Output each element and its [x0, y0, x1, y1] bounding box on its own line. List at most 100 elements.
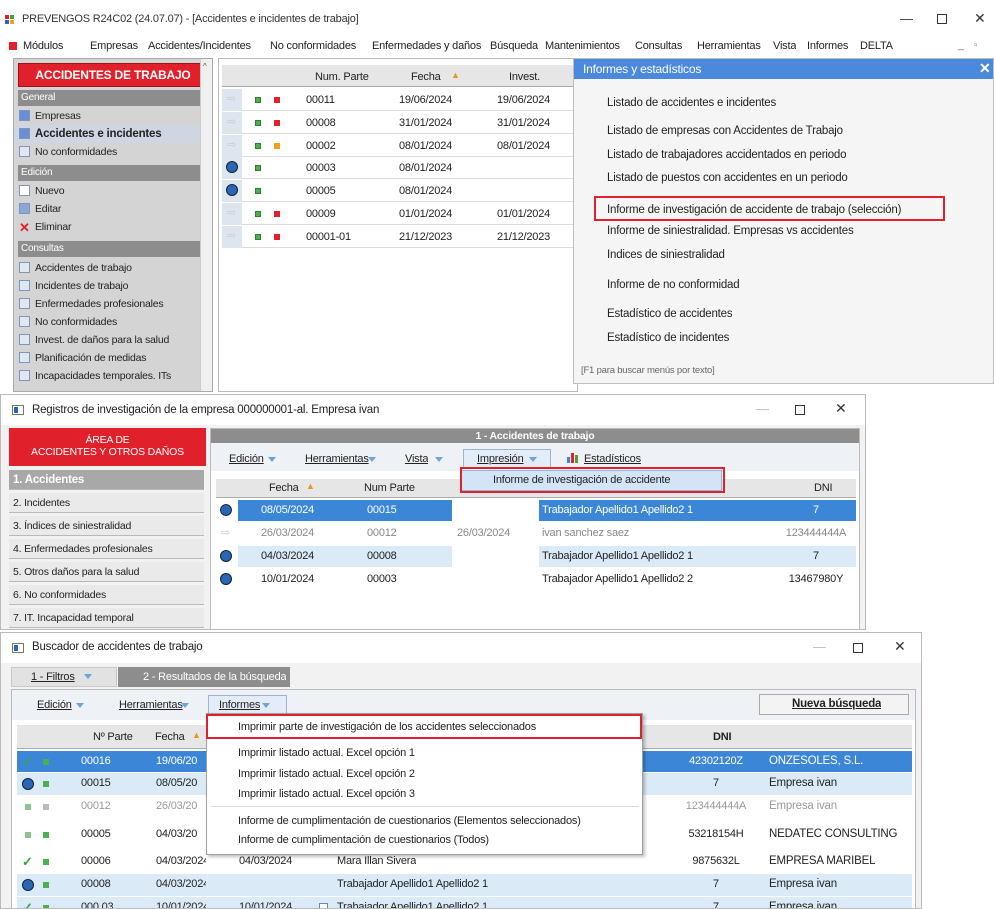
close-button[interactable]: ✕ [974, 10, 986, 27]
cell-num-parte: 00008 [306, 116, 336, 129]
informe-item[interactable]: Informe de siniestralidad. Empresas vs a… [607, 225, 854, 237]
table-row[interactable]: ⇨ 00009 01/01/2024 01/01/2024 [222, 203, 575, 225]
toolbar-estadisticos[interactable]: Estadísticos [584, 453, 641, 465]
sidebar-item-empresas[interactable]: Empresas [14, 107, 208, 125]
table-row[interactable]: ⇨ 00001-01 21/12/2023 21/12/2023 [222, 225, 575, 248]
toolbar-edicion[interactable]: Edición [229, 453, 264, 465]
query-icon [19, 352, 30, 363]
cell-empresa: NEDATEC CONSULTING [769, 828, 898, 840]
table-row[interactable]: ✓ 000.03 10/01/2024 10/01/2024 Trabajador Ap… [17, 897, 912, 909]
nav-item[interactable]: 4. Enfermedades profesionales [9, 539, 204, 559]
table-row[interactable]: 00003 08/01/2024 [222, 157, 575, 180]
toolbar-vista[interactable]: Vista [405, 453, 428, 465]
table-row[interactable]: ⇨ 26/03/2024 00012 26/03/2024 ivan sanchez s… [216, 523, 856, 544]
status-green-icon [255, 211, 261, 217]
toolbar-herramientas[interactable]: Herramientas [119, 699, 183, 711]
nav-item[interactable]: 6. No conformidades [9, 585, 204, 605]
col-dni[interactable]: DNI [814, 482, 832, 494]
sidebar-item-accidentes[interactable]: Accidentes e incidentes [14, 125, 208, 143]
menu-excel-1[interactable]: Imprimir listado actual. Excel opción 1 [238, 747, 415, 759]
col-invest[interactable]: Invest. [509, 71, 540, 83]
toolbar-herramientas[interactable]: Herramientas [305, 453, 369, 465]
minimize-button[interactable]: — [813, 639, 826, 654]
table-row[interactable]: 00008 04/03/2024 Trabajador Apellido1 Apel… [17, 874, 912, 896]
cell-trabajador: Trabajador Apellido1 Apellido2 1 [542, 550, 693, 562]
minimize-button[interactable]: — [756, 401, 769, 416]
maximize-button[interactable] [795, 405, 805, 415]
cell-dni: 53218154H [688, 828, 744, 840]
informe-item[interactable]: Estadístico de incidentes [607, 332, 729, 344]
menu-excel-2[interactable]: Imprimir listado actual. Excel opción 2 [238, 768, 415, 780]
status-green-icon [255, 233, 261, 240]
cell-empresa: Empresa ivan [769, 901, 837, 909]
table-row[interactable]: ⇨ 00008 31/01/2024 31/01/2024 [222, 111, 575, 134]
mdi-minimize[interactable]: _ [958, 39, 964, 51]
table-row[interactable]: ⇨ 00011 19/06/2024 19/06/2024 [222, 89, 575, 111]
informe-item[interactable]: Índices de siniestralidad [607, 249, 725, 261]
menu-accidentes[interactable]: Accidentes/Incidentes [148, 40, 251, 52]
sidebar-item-no-conformidades[interactable]: No conformidades [14, 143, 208, 161]
menu-empresas[interactable]: Empresas [90, 40, 138, 52]
table-row[interactable]: ⇨ 00002 08/01/2024 08/01/2024 [222, 134, 575, 157]
menu-busqueda[interactable]: Búsqueda [490, 40, 538, 52]
minimize-button[interactable]: — [900, 11, 913, 26]
col-fecha[interactable]: Fecha [411, 71, 441, 83]
menu-informes[interactable]: Informes [807, 40, 848, 52]
table-row[interactable]: 00005 08/01/2024 [222, 180, 575, 203]
cell-fecha: 04/03/2024 [261, 550, 315, 562]
cell-fecha: 10/01/2024 [156, 901, 206, 909]
cell-fecha-inv: 04/03/2024 [239, 855, 293, 867]
nav-item[interactable]: 7. IT. Incapacidad temporal [9, 608, 204, 628]
menu-cuestionarios-todos[interactable]: Informe de cumplimentación de cuestionar… [238, 834, 489, 846]
toolbar-informes[interactable]: Informes [219, 699, 260, 711]
menu-vista[interactable]: Vista [773, 40, 796, 52]
menu-herramientas[interactable]: Herramientas [697, 40, 761, 52]
col-fecha[interactable]: Fecha [155, 731, 185, 743]
close-button[interactable]: ✕ [894, 638, 906, 655]
informes-panel: Informes y estadísticos ✕ Listado de acc… [573, 58, 994, 384]
highlight-box [594, 196, 945, 221]
informe-item[interactable]: Listado de trabajadores accidentados en … [607, 149, 846, 161]
maximize-button[interactable] [937, 14, 947, 24]
maximize-button[interactable] [853, 643, 863, 653]
nav-accidentes[interactable]: 1. Accidentes [9, 470, 204, 490]
col-num-parte[interactable]: Num Parte [364, 482, 415, 494]
col-n-parte[interactable]: Nº Parte [93, 731, 133, 743]
menu-consultas[interactable]: Consultas [635, 40, 682, 52]
informe-item[interactable]: Estadístico de accidentes [607, 308, 732, 320]
informe-item[interactable]: Listado de accidentes e incidentes [607, 97, 776, 109]
menu-modulos[interactable]: Módulos [23, 40, 63, 52]
nav-item[interactable]: 3. Índices de siniestralidad [9, 516, 204, 536]
area-header: ÁREA DE ACCIDENTES Y OTROS DAÑOS [9, 428, 206, 466]
table-row[interactable]: 10/01/2024 00003 Trabajador Apellido1 Apel… [216, 569, 856, 590]
mdi-restore[interactable]: ▫ [974, 40, 977, 51]
table-row[interactable]: 04/03/2024 00008 Trabajador Apellido1 Apel… [216, 546, 856, 567]
table-row[interactable]: 08/05/2024 00015 Trabajador Apellido1 Apel… [216, 500, 856, 521]
informe-item[interactable]: Listado de puestos con accidentes en un … [607, 172, 848, 184]
informe-item[interactable]: Listado de empresas con Accidentes de Tr… [607, 125, 843, 137]
window-title: Registros de investigación de la empresa… [32, 404, 380, 416]
menu-no-conformidades[interactable]: No conformidades [270, 40, 356, 52]
menu-enfermedades[interactable]: Enfermedades y daños [372, 40, 481, 52]
nav-item[interactable]: 2. Incidentes [9, 493, 204, 513]
col-dni[interactable]: DNI [713, 731, 731, 743]
cell-fecha: 08/05/2024 [261, 504, 315, 516]
cell-num-parte: 00003 [367, 573, 397, 585]
cell-n-parte: 000.03 [81, 901, 114, 909]
menu-mantenimientos[interactable]: Mantenimientos [545, 40, 620, 52]
close-button[interactable]: ✕ [835, 400, 847, 417]
col-num-parte[interactable]: Num. Parte [315, 71, 369, 83]
panel-title: 1 - Accidentes de trabajo [211, 429, 859, 443]
toolbar-impresion[interactable]: Impresión [477, 453, 524, 465]
sidebar-scrollbar[interactable]: ^ [200, 59, 212, 391]
informes-close-icon[interactable]: ✕ [979, 60, 991, 77]
col-fecha[interactable]: Fecha [269, 482, 299, 494]
menu-cuestionarios-sel[interactable]: Informe de cumplimentación de cuestionar… [238, 815, 581, 827]
menu-red-icon [9, 42, 17, 50]
nav-item[interactable]: 5. Otros daños para la salud [9, 562, 204, 582]
informe-item[interactable]: Informe de no conformidad [607, 279, 739, 291]
menu-excel-3[interactable]: Imprimir listado actual. Excel opción 3 [238, 788, 415, 800]
menu-delta[interactable]: DELTA [860, 40, 893, 52]
status-green-icon [43, 804, 49, 810]
toolbar-edicion[interactable]: Edición [37, 699, 72, 711]
